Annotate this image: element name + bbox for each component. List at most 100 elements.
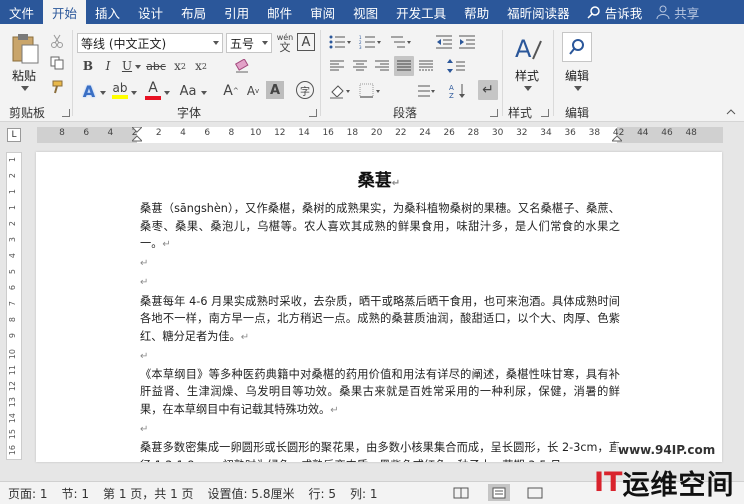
decrease-indent-icon[interactable] <box>434 33 454 51</box>
vertical-ruler[interactable]: 1 2 1 1 2 3 4 5 6 7 8 9 10 11 12 13 14 15 16 <box>6 152 22 460</box>
bullets-icon[interactable] <box>327 33 353 51</box>
status-page[interactable]: 页面: 1 <box>8 485 48 502</box>
paragraph-launcher-icon[interactable] <box>490 109 498 117</box>
justify-icon[interactable] <box>394 56 414 76</box>
strikethrough-icon[interactable]: abc <box>144 57 168 75</box>
underline-dropdown-icon[interactable] <box>134 64 142 70</box>
vertical-ruler-number: 1 <box>8 205 17 211</box>
empty-paragraph[interactable]: ↵ <box>140 347 620 366</box>
collapse-ribbon-icon[interactable] <box>724 106 738 118</box>
tab-9[interactable]: 开发工具 <box>387 0 455 24</box>
tab-5[interactable]: 引用 <box>215 0 258 24</box>
read-mode-icon[interactable] <box>450 484 472 501</box>
search-icon[interactable] <box>562 32 592 62</box>
font-size-combo[interactable]: 五号 <box>226 33 272 53</box>
tab-2[interactable]: 插入 <box>86 0 129 24</box>
body-paragraph[interactable]: 桑葚（sāngshèn），又作桑椹，桑树的成熟果实，为桑科植物桑树的果穗。又名桑… <box>140 200 620 254</box>
body-paragraph[interactable]: 桑葚多数密集成一卵圆形或长圆形的聚花果，由多数小核果集合而成，呈长圆形，长 2-… <box>140 439 620 462</box>
status-page-of[interactable]: 第 1 页，共 1 页 <box>103 485 194 502</box>
chinese-layout-icon[interactable] <box>415 81 437 101</box>
chevron-down-icon[interactable] <box>262 41 268 45</box>
styles-button[interactable]: 样式 <box>515 67 539 84</box>
indent-marker-icon[interactable] <box>130 126 144 143</box>
chevron-down-icon[interactable] <box>213 41 219 45</box>
format-painter-icon[interactable] <box>48 78 66 96</box>
web-layout-icon[interactable] <box>524 484 546 501</box>
tab-0[interactable]: 文件 <box>0 0 43 24</box>
show-marks-icon[interactable]: ↵ <box>478 80 498 100</box>
text-effects-dropdown-icon[interactable] <box>99 90 107 96</box>
vertical-scrollbar[interactable] <box>724 146 744 480</box>
editing-dropdown-icon[interactable] <box>573 84 583 92</box>
tab-selector[interactable]: L <box>7 128 21 142</box>
horizontal-ruler[interactable]: 8 6 4 2 2 4 6 8 10 12 14 16 18 20 22 24 26 28 30 32 34 36 38 42… <box>37 126 723 143</box>
empty-paragraph[interactable]: ↵ <box>140 254 620 273</box>
shading-icon[interactable] <box>327 81 353 101</box>
highlight-icon[interactable]: ab <box>111 79 129 101</box>
character-border-icon[interactable]: A <box>297 33 315 51</box>
vertical-ruler-number: 13 <box>8 397 17 408</box>
underline-icon[interactable]: U <box>119 57 135 75</box>
print-layout-icon[interactable] <box>488 484 510 501</box>
superscript-icon[interactable]: x2 <box>192 57 210 75</box>
share-button[interactable]: 共享 <box>656 0 699 24</box>
line-spacing-icon[interactable] <box>444 57 472 75</box>
document-title[interactable]: 桑葚↵ <box>36 166 722 191</box>
distributed-icon[interactable] <box>416 57 436 75</box>
status-position[interactable]: 设置值: 5.8厘米 <box>208 485 295 502</box>
font-name-combo[interactable]: 等线 (中文正文) <box>77 33 223 53</box>
paste-button[interactable]: 粘贴 <box>12 67 36 84</box>
phonetic-guide-icon[interactable]: wén 文 <box>275 31 295 55</box>
multilevel-list-icon[interactable] <box>387 33 413 51</box>
font-launcher-icon[interactable] <box>309 109 317 117</box>
tab-11[interactable]: 福昕阅读器 <box>498 0 579 24</box>
paste-dropdown-icon[interactable] <box>20 84 30 92</box>
subscript-icon[interactable]: x2 <box>171 57 189 75</box>
character-shading-icon[interactable]: A <box>266 81 284 99</box>
font-color-icon[interactable]: A <box>144 79 162 101</box>
document-page[interactable]: 桑葚↵ 桑葚（sāngshèn），又作桑椹，桑树的成熟果实，为桑科植物桑树的果穗… <box>36 152 722 462</box>
tab-4[interactable]: 布局 <box>172 0 215 24</box>
borders-icon[interactable] <box>357 81 383 101</box>
clear-formatting-icon[interactable] <box>232 57 252 75</box>
styles-dropdown-icon[interactable] <box>523 84 533 92</box>
paste-icon[interactable] <box>8 32 42 66</box>
empty-paragraph[interactable]: ↵ <box>140 273 620 292</box>
status-column[interactable]: 列: 1 <box>350 485 378 502</box>
status-line[interactable]: 行: 5 <box>308 485 336 502</box>
align-center-icon[interactable] <box>350 57 370 75</box>
text-effects-icon[interactable]: A <box>79 81 99 101</box>
grow-font-icon[interactable]: A ^ <box>221 81 241 101</box>
tab-6[interactable]: 邮件 <box>258 0 301 24</box>
enclose-characters-icon[interactable]: 字 <box>296 81 314 99</box>
bold-icon[interactable]: B <box>79 57 97 75</box>
tab-1[interactable]: 开始 <box>43 0 87 24</box>
body-paragraph[interactable]: 桑葚每年 4-6 月果实成熟时采收，去杂质，晒干或略蒸后晒干食用，也可来泡酒。具… <box>140 293 620 347</box>
shrink-font-icon[interactable]: Av <box>243 81 263 101</box>
change-case-dropdown-icon[interactable] <box>200 90 208 96</box>
align-right-icon[interactable] <box>372 57 392 75</box>
tab-3[interactable]: 设计 <box>129 0 172 24</box>
highlight-dropdown-icon[interactable] <box>130 90 138 96</box>
status-section[interactable]: 节: 1 <box>62 485 90 502</box>
tab-7[interactable]: 审阅 <box>301 0 344 24</box>
tab-8[interactable]: 视图 <box>344 0 387 24</box>
increase-indent-icon[interactable] <box>457 33 477 51</box>
numbering-icon[interactable]: 123 <box>357 33 383 51</box>
cut-icon[interactable] <box>48 32 66 50</box>
empty-paragraph[interactable]: ↵ <box>140 420 620 439</box>
change-case-icon[interactable]: Aa <box>176 81 200 101</box>
styles-launcher-icon[interactable] <box>541 109 549 117</box>
tell-me-search[interactable]: 告诉我 <box>587 0 642 24</box>
body-paragraph[interactable]: 《本草纲目》等多种医药典籍中对桑椹的药用价值和用法有详尽的阐述，桑椹性味甘寒，具… <box>140 366 620 420</box>
sort-icon[interactable]: AZ <box>447 81 469 101</box>
italic-icon[interactable]: I <box>99 57 117 75</box>
align-left-icon[interactable] <box>327 57 347 75</box>
tab-10[interactable]: 帮助 <box>455 0 498 24</box>
right-indent-marker-icon[interactable] <box>610 127 624 143</box>
editing-button[interactable]: 编辑 <box>565 67 589 84</box>
styles-icon[interactable]: A <box>512 32 544 66</box>
copy-icon[interactable] <box>48 54 66 72</box>
font-color-dropdown-icon[interactable] <box>163 90 171 96</box>
clipboard-launcher-icon[interactable] <box>62 109 70 117</box>
